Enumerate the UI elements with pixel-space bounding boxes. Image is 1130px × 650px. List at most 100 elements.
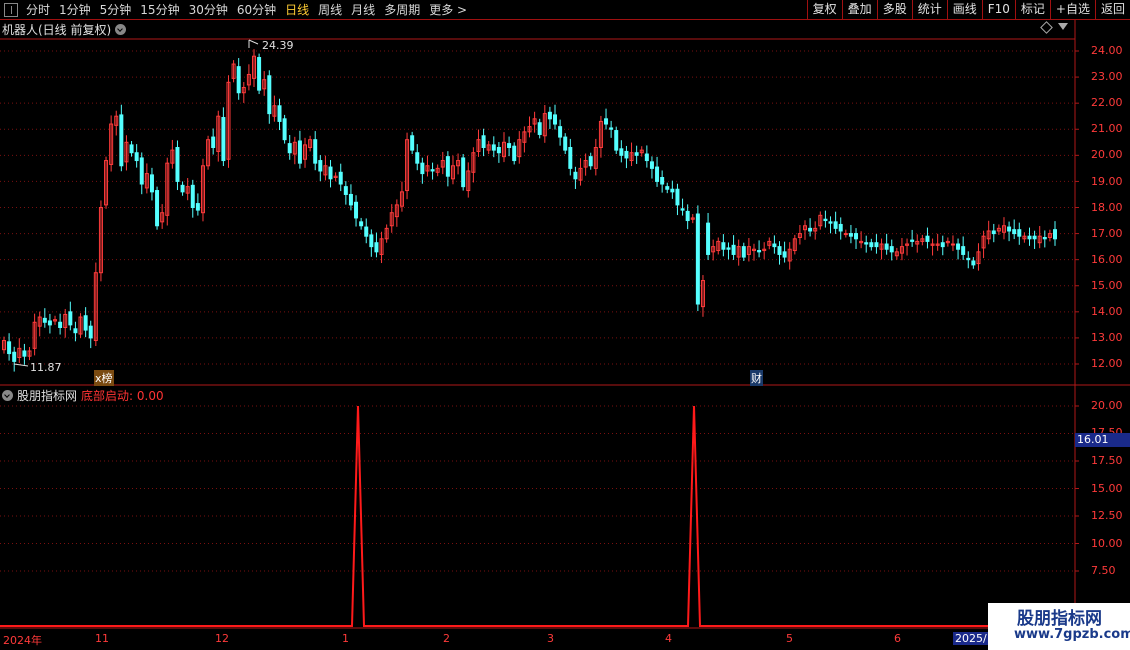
low-price-label: 11.87 xyxy=(30,361,62,374)
date-tick: 1 xyxy=(342,632,349,645)
candle-body xyxy=(828,221,833,224)
candle-body xyxy=(547,111,552,120)
candle-body xyxy=(119,114,124,167)
price-tick: 19.00 xyxy=(1091,175,1123,188)
watermark-url: www.7gpzb.com xyxy=(1014,627,1130,642)
price-tick: 20.00 xyxy=(1091,148,1123,161)
candle-body xyxy=(1042,236,1047,240)
candle-body xyxy=(155,190,160,227)
candle-body xyxy=(573,171,578,180)
candle-body xyxy=(1007,226,1012,232)
candle-body xyxy=(889,246,894,253)
kline-chart[interactable] xyxy=(0,0,1130,650)
candle-body xyxy=(507,143,512,149)
price-tick: 17.00 xyxy=(1091,227,1123,240)
candle-body xyxy=(221,117,226,162)
candle-body xyxy=(655,166,660,182)
price-tick: 16.00 xyxy=(1091,253,1123,266)
candle-body xyxy=(348,193,353,206)
current-value-badge: 16.01 xyxy=(1075,433,1130,447)
candle-body xyxy=(864,242,869,245)
dropdown-icon[interactable] xyxy=(115,24,127,35)
candle-body xyxy=(619,148,624,156)
candle-body xyxy=(808,227,813,232)
candle-body xyxy=(445,156,450,177)
candle-body xyxy=(833,221,838,229)
candle-body xyxy=(757,250,762,253)
candle-body xyxy=(685,210,690,222)
indicator-tick: 17.50 xyxy=(1091,454,1123,467)
candle-body xyxy=(129,144,134,154)
candle-body xyxy=(568,147,573,169)
candle-body xyxy=(624,150,629,159)
candle-body xyxy=(925,235,930,242)
candle-body xyxy=(195,203,200,211)
candle-body xyxy=(287,143,292,154)
candle-body xyxy=(782,251,787,258)
candle-body xyxy=(47,320,52,326)
candle-body xyxy=(884,243,889,250)
candle-body xyxy=(823,218,828,222)
candle-body xyxy=(675,188,680,206)
candle-body xyxy=(83,315,88,331)
indicator-value: 底部启动: 0.00 xyxy=(81,389,164,403)
price-tick: 13.00 xyxy=(1091,331,1123,344)
candle-body xyxy=(558,126,563,138)
candle-body xyxy=(772,243,777,248)
candle-body xyxy=(680,208,685,211)
high-pointer xyxy=(248,39,259,48)
candle-body xyxy=(7,341,12,355)
candle-body xyxy=(848,233,853,237)
candle-body xyxy=(318,160,323,172)
candle-body xyxy=(731,244,736,255)
candle-body xyxy=(297,140,302,164)
candle-body xyxy=(338,171,343,185)
candle-body xyxy=(512,145,517,162)
candle-body xyxy=(726,247,731,250)
candle-body xyxy=(236,66,241,94)
candle-body xyxy=(537,122,542,135)
candle-body xyxy=(313,139,318,164)
price-tick: 23.00 xyxy=(1091,70,1123,83)
price-tick: 21.00 xyxy=(1091,122,1123,135)
candle-body xyxy=(42,317,47,323)
candle-body xyxy=(660,177,665,185)
indicator-line xyxy=(0,405,1075,627)
candle-body xyxy=(644,153,649,162)
candle-body xyxy=(1017,229,1022,237)
date-tick: 2 xyxy=(443,632,450,645)
indicator-title: 股朋指标网 底部启动: 0.00 xyxy=(2,387,164,404)
candle-body xyxy=(1053,229,1057,240)
candle-body xyxy=(88,325,93,339)
candle-body xyxy=(604,118,609,125)
candle-body xyxy=(328,166,333,180)
candle-body xyxy=(134,152,139,162)
candle-body xyxy=(175,147,180,182)
collapse-icon[interactable] xyxy=(1058,23,1068,30)
candle-body xyxy=(267,75,272,115)
candle-body xyxy=(588,156,593,167)
date-tick: 2024年 xyxy=(3,634,42,647)
candle-body xyxy=(461,157,466,188)
candle-body xyxy=(695,213,700,305)
candle-body xyxy=(634,152,639,156)
finance-marker[interactable]: 财 xyxy=(750,370,763,386)
candle-body xyxy=(1012,229,1017,235)
candle-body xyxy=(491,144,496,151)
indicator-dropdown-icon[interactable] xyxy=(2,390,13,401)
price-tick: 22.00 xyxy=(1091,96,1123,109)
date-tick: 4 xyxy=(665,632,672,645)
stock-name: 机器人(日线 前复权) xyxy=(2,23,112,37)
candle-body xyxy=(665,186,670,190)
candle-body xyxy=(420,162,425,175)
date-tick: 11 xyxy=(95,632,109,645)
candle-body xyxy=(343,186,348,195)
candle-body xyxy=(991,230,996,235)
candle-body xyxy=(415,152,420,164)
price-tick: 24.00 xyxy=(1091,44,1123,57)
list-marker[interactable]: x榜 xyxy=(94,370,114,386)
candle-body xyxy=(496,147,501,154)
candle-body xyxy=(430,169,435,172)
candle-body xyxy=(139,157,144,185)
candle-body xyxy=(706,222,711,255)
